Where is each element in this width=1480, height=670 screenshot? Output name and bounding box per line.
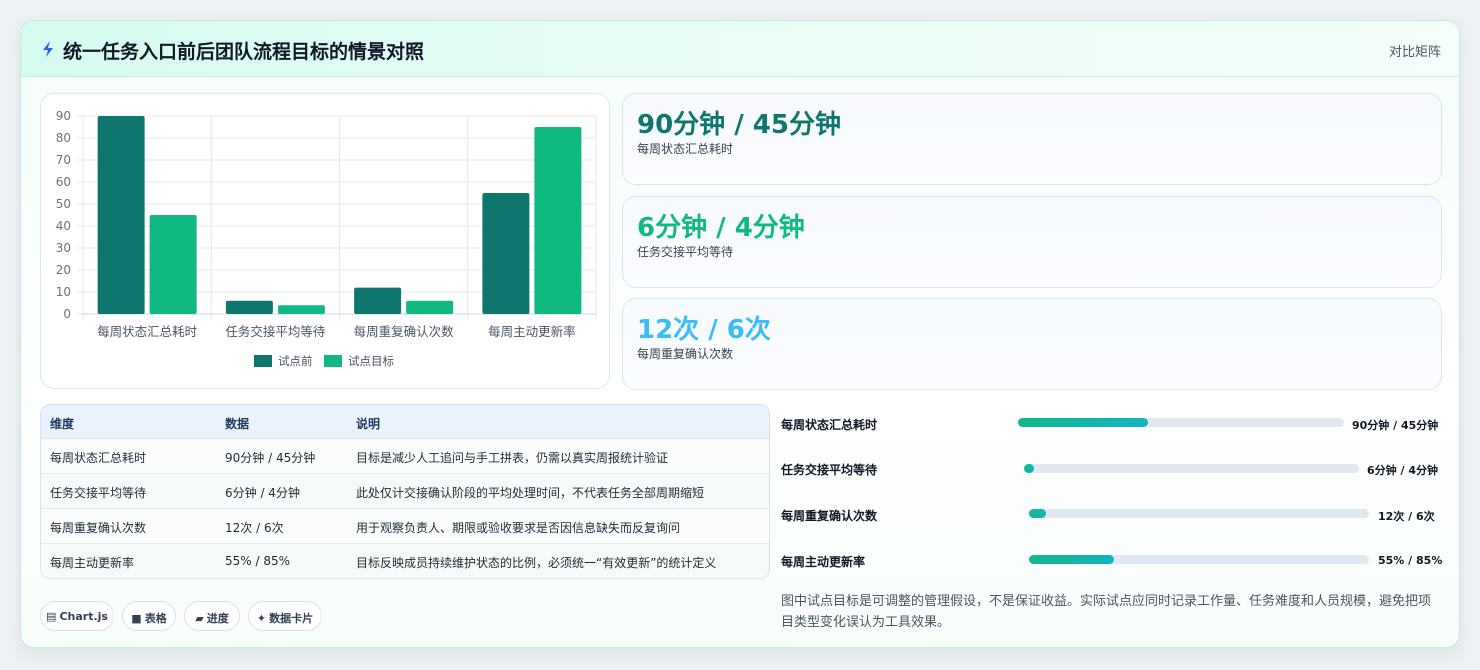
chip-label: Chart.js [59, 610, 108, 623]
stat-label: 每周状态汇总耗时 [637, 142, 734, 156]
bar-target [149, 215, 197, 314]
progress-track [1018, 418, 1344, 427]
x-tick-label: 每周状态汇总耗时 [97, 324, 198, 339]
chip-label: 数据卡片 [269, 612, 314, 625]
stat-card-handoff-wait: 6分钟 / 4分钟 任务交接平均等待 [622, 196, 1442, 288]
legend-swatch [254, 355, 272, 367]
disclaimer-note: 图中试点目标是可调整的管理假设，不是保证收益。实际试点应同时记录工作量、任务难度… [781, 594, 1432, 630]
y-tick-label: 70 [56, 153, 71, 167]
x-tick-label: 每周重复确认次数 [354, 324, 455, 339]
legend-label: 试点前 [278, 354, 313, 368]
y-tick-label: 60 [56, 175, 71, 189]
sparkle-icon: ✦ [256, 612, 267, 625]
lightning-icon [43, 41, 53, 57]
progress-value: 55% / 85% [1378, 554, 1443, 567]
stat-value: 12次 / 6次 [637, 315, 771, 345]
table-cell: 目标是减少人工追问与手工拼表，仍需以真实周报统计验证 [356, 451, 669, 465]
stat-card-summary-time: 90分钟 / 45分钟 每周状态汇总耗时 [622, 93, 1442, 185]
progress-label: 任务交接平均等待 [781, 463, 878, 477]
table-cell: 目标反映成员持续维护状态的比例，必须统一“有效更新”的统计定义 [356, 556, 717, 570]
progress-track [1029, 555, 1369, 564]
data-table: 维度 数据 说明 每周状态汇总耗时 90分钟 / 45分钟 目标是减少人工追问与… [40, 404, 770, 579]
chip-table[interactable]: ■ 表格 [122, 601, 176, 631]
table-cell: 12次 / 6次 [225, 521, 284, 535]
y-tick-label: 90 [56, 109, 71, 123]
progress-value: 12次 / 6次 [1378, 510, 1435, 523]
page-title: 统一任务入口前后团队流程目标的情景对照 [63, 41, 425, 63]
table-cell: 每周重复确认次数 [50, 521, 147, 535]
table-cell: 任务交接平均等待 [50, 486, 147, 500]
bar-before [482, 193, 530, 314]
bar-before [354, 287, 402, 314]
table-row: 每周重复确认次数 12次 / 6次 用于观察负责人、期限或验收要求是否因信息缺失… [41, 509, 769, 544]
stat-label: 每周重复确认次数 [637, 347, 734, 361]
chip-label: 进度 [206, 612, 229, 625]
y-tick-label: 40 [56, 219, 71, 233]
x-tick-label: 每周主动更新率 [488, 324, 576, 339]
table-row: 每周主动更新率 55% / 85% 目标反映成员持续维护状态的比例，必须统一“有… [41, 544, 769, 578]
table-icon: ■ [131, 612, 142, 625]
comparison-matrix-label: 对比矩阵 [1388, 45, 1441, 60]
table-cell: 每周状态汇总耗时 [50, 451, 147, 465]
table-cell: 55% / 85% [225, 554, 291, 568]
bar-chart: 0 10 20 30 40 50 60 70 80 90 每周状态汇总耗时 任务交接平均等待 每周重复确… [40, 93, 610, 389]
table-cell: 90分钟 / 45分钟 [225, 451, 316, 465]
legend-label: 试点目标 [348, 354, 394, 368]
stat-value: 90分钟 / 45分钟 [637, 110, 841, 140]
y-tick-label: 80 [56, 131, 71, 145]
progress-label: 每周重复确认次数 [781, 509, 878, 523]
progress-label: 每周状态汇总耗时 [781, 418, 878, 432]
table-header-cell: 维度 [50, 417, 75, 431]
progress-fill [1029, 509, 1046, 518]
y-tick-label: 0 [63, 307, 71, 321]
card-header: 统一任务入口前后团队流程目标的情景对照 对比矩阵 [21, 21, 1459, 77]
table-header-cell: 数据 [225, 417, 250, 431]
progress-track [1024, 464, 1359, 473]
progress-label: 每周主动更新率 [781, 555, 866, 569]
stat-card-reconfirm-count: 12次 / 6次 每周重复确认次数 [622, 298, 1442, 390]
bar-chart-svg: 0 10 20 30 40 50 60 70 80 90 每周状态汇总耗时 任务交接平均等待 每周重复确… [56, 109, 597, 368]
table-cell: 此处仅计交接确认阶段的平均处理时间，不代表任务全部周期缩短 [356, 486, 705, 500]
table-cell: 6分钟 / 4分钟 [225, 486, 300, 500]
chip-chartjs[interactable]: ▤ Chart.js [40, 601, 114, 631]
chip-data-card[interactable]: ✦ 数据卡片 [248, 601, 322, 631]
table-row: 任务交接平均等待 6分钟 / 4分钟 此处仅计交接确认阶段的平均处理时间，不代表… [41, 474, 769, 509]
bar-target [406, 300, 454, 314]
y-tick-label: 30 [56, 241, 71, 255]
x-tick-label: 任务交接平均等待 [225, 324, 326, 339]
legend-swatch [324, 355, 342, 367]
progress-track [1029, 509, 1369, 518]
comparison-card: 统一任务入口前后团队流程目标的情景对照 对比矩阵 0 10 20 30 40 50 60 70… [20, 20, 1460, 648]
table-cell: 用于观察负责人、期限或验收要求是否因信息缺失而反复询问 [356, 521, 681, 535]
y-tick-label: 20 [56, 263, 71, 277]
progress-value: 6分钟 / 4分钟 [1367, 464, 1438, 477]
progress-fill [1029, 555, 1114, 564]
progress-value: 90分钟 / 45分钟 [1352, 419, 1439, 432]
bar-target [534, 127, 582, 314]
progress-fill [1018, 418, 1149, 427]
stat-label: 任务交接平均等待 [637, 245, 734, 259]
bar-before [97, 116, 145, 314]
stat-value: 6分钟 / 4分钟 [637, 213, 805, 243]
table-row: 每周状态汇总耗时 90分钟 / 45分钟 目标是减少人工追问与手工拼表，仍需以真… [41, 439, 769, 474]
bar-before [225, 300, 273, 314]
chip-progress[interactable]: ▰ 进度 [184, 601, 240, 631]
bar-target [277, 305, 325, 314]
progress-icon: ▰ [195, 612, 204, 625]
table-cell: 每周主动更新率 [50, 556, 135, 570]
table-header-row: 维度 数据 说明 [41, 405, 769, 439]
chart-icon: ▤ [46, 610, 57, 623]
table-header-cell: 说明 [356, 417, 381, 431]
chip-label: 表格 [144, 612, 167, 625]
progress-fill [1024, 464, 1035, 473]
y-tick-label: 50 [56, 197, 71, 211]
y-tick-label: 10 [56, 285, 71, 299]
